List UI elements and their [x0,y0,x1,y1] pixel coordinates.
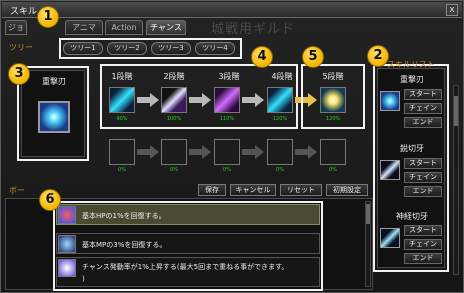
skill-entry-name: 鋭切牙 [400,144,424,153]
end-button[interactable]: エンド [404,186,442,197]
empty-stage-slot[interactable] [109,139,135,165]
preview-skill-name: 重撃刃 [42,77,66,86]
skill-window: スキル x ジョ アニマ Action チャンス 城戦用ギルド ツリー ツリー1… [0,0,464,293]
arrow-right-icon [137,93,159,107]
stage-2-percent: 100% [166,116,182,122]
stage-1-label: 1段階 [111,72,133,81]
empty-stage-slot[interactable] [214,139,240,165]
default-settings-button[interactable]: 初期設定 [326,184,368,196]
slash-teal-icon[interactable] [267,87,293,113]
bonus-label: ボー [9,186,25,195]
callout-3: 3 [8,63,30,85]
stage-3-label: 3段階 [218,72,240,81]
skill-entry-name: 重撃刃 [400,75,424,84]
heavy-blade-icon[interactable] [380,91,400,111]
guild-watermark: 城戦用ギルド [211,22,296,37]
close-button[interactable]: x [446,4,458,16]
end-button[interactable]: エンド [404,117,442,128]
slash-purple-icon[interactable] [214,87,240,113]
scrollbar-thumb[interactable] [366,204,370,224]
empty-stage-percent: 0% [118,167,126,173]
skill-list-panel: 重撃刃 スタート チェイン エンド 鋭切牙 スタート チェイン エンド 神経切牙… [377,68,445,268]
arrow-right-icon [242,93,264,107]
slash-crossed-icon[interactable] [161,87,187,113]
arrow-right-icon [189,93,211,107]
title-bar[interactable]: スキル x [2,2,462,18]
empty-stage-percent: 0% [223,167,231,173]
arrow-right-icon [295,145,317,159]
callout-1: 1 [37,6,59,28]
tab-job[interactable]: ジョ [5,20,27,35]
start-button[interactable]: スタート [404,89,442,100]
tab-chance[interactable]: チャンス [146,20,186,35]
end-button[interactable]: エンド [404,253,442,264]
start-button[interactable]: スタート [404,158,442,169]
window-title: スキル [10,7,38,17]
chain-button[interactable]: チェイン [404,172,442,183]
tree-label: ツリー [9,43,33,52]
scrollbar-thumb[interactable] [454,96,458,126]
callout-6: 6 [39,189,61,211]
stage-3-percent: 110% [219,116,235,122]
passive-highlight [53,201,323,291]
chain-button[interactable]: チェイン [404,239,442,250]
stage-5-percent: 120% [325,116,341,122]
tab-action[interactable]: Action [105,20,143,35]
reset-button[interactable]: リセット [280,184,322,196]
stage-1-percent: 90% [116,116,128,122]
empty-stage-slot[interactable] [320,139,346,165]
subtab-tree-2[interactable]: ツリー2 [107,42,147,55]
stage-5-label: 5段階 [322,72,344,81]
arrow-right-icon [189,145,211,159]
subtab-tree-4[interactable]: ツリー4 [195,42,235,55]
stage-4-label: 4段階 [271,72,293,81]
chain-button[interactable]: チェイン [404,103,442,114]
skill-entry-name: 神経切牙 [396,212,428,221]
arrow-right-icon [242,145,264,159]
empty-stage-slot[interactable] [161,139,187,165]
arrow-right-icon [137,145,159,159]
start-button[interactable]: スタート [404,225,442,236]
callout-2: 2 [367,45,389,67]
passive-scrollbar[interactable] [365,201,371,287]
empty-stage-slot[interactable] [267,139,293,165]
nerve-fang-icon[interactable] [380,228,400,248]
skill-preview-panel: 重撃刃 [21,70,85,157]
callout-4: 4 [251,46,273,68]
subtab-tree-1[interactable]: ツリー1 [63,42,103,55]
subtab-tree-3[interactable]: ツリー3 [151,42,191,55]
empty-stage-percent: 0% [276,167,284,173]
save-button[interactable]: 保存 [198,184,226,196]
slash-teal-icon[interactable] [109,87,135,113]
sharp-fang-icon[interactable] [380,160,400,180]
heavy-blade-icon[interactable] [38,101,70,133]
empty-stage-percent: 0% [170,167,178,173]
burst-gold-icon[interactable] [320,87,346,113]
tab-anima[interactable]: アニマ [65,20,103,35]
callout-5: 5 [302,46,324,68]
stage-4-percent: 120% [272,116,288,122]
empty-stage-percent: 0% [329,167,337,173]
skill-list-scrollbar[interactable] [453,85,459,275]
stage-2-label: 2段階 [163,72,185,81]
cancel-button[interactable]: キャンセル [230,184,276,196]
